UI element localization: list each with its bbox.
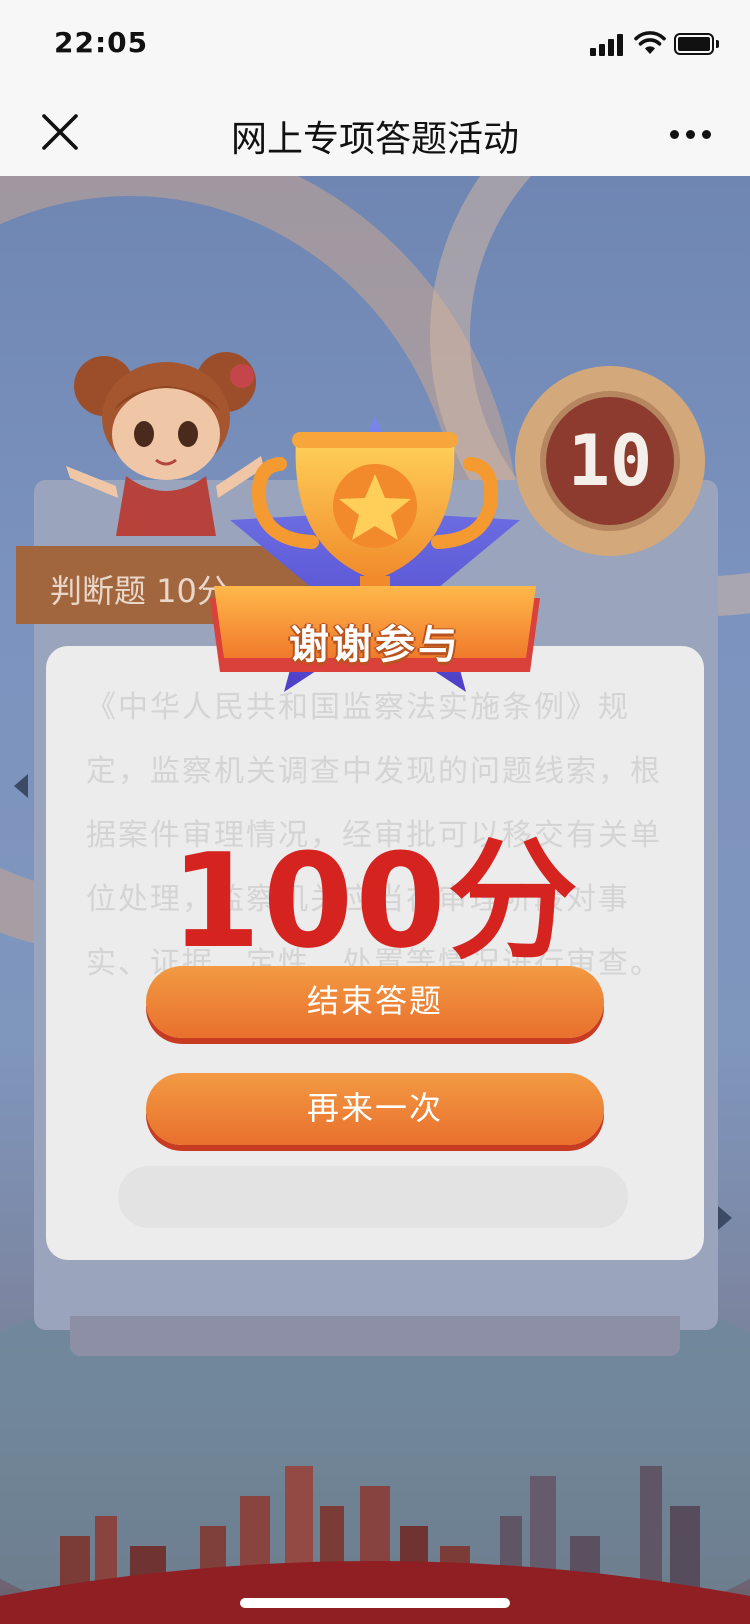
end-quiz-button[interactable]: 结束答题 bbox=[146, 966, 604, 1038]
question-number: 10 bbox=[540, 391, 680, 531]
thanks-banner-label: 谢谢参与 bbox=[289, 622, 461, 668]
previous-arrow-icon bbox=[14, 774, 28, 798]
more-icon[interactable] bbox=[668, 118, 714, 146]
battery-icon bbox=[674, 33, 720, 55]
result-modal: 《中华人民共和国监察法实施条例》规定，监察机关调查中发现的问题线索，根据案件审理… bbox=[46, 646, 704, 1260]
page-title: 网上专项答题活动 bbox=[230, 119, 519, 160]
next-arrow-icon bbox=[718, 1206, 732, 1230]
home-indicator bbox=[240, 1598, 510, 1608]
trophy-star-icon bbox=[210, 416, 540, 692]
question-card-footer bbox=[70, 1316, 680, 1356]
city-skyline-illustration bbox=[0, 1466, 750, 1624]
status-time: 22:05 bbox=[54, 26, 149, 59]
wifi-icon bbox=[634, 31, 666, 54]
try-again-button[interactable]: 再来一次 bbox=[146, 1073, 604, 1145]
cellular-signal-icon bbox=[590, 34, 626, 56]
status-bar: 22:05 bbox=[0, 0, 750, 88]
score-value: 100分 bbox=[170, 825, 580, 977]
nav-bar: 网上专项答题活动 bbox=[0, 88, 750, 176]
faded-submit-bar bbox=[118, 1166, 628, 1228]
